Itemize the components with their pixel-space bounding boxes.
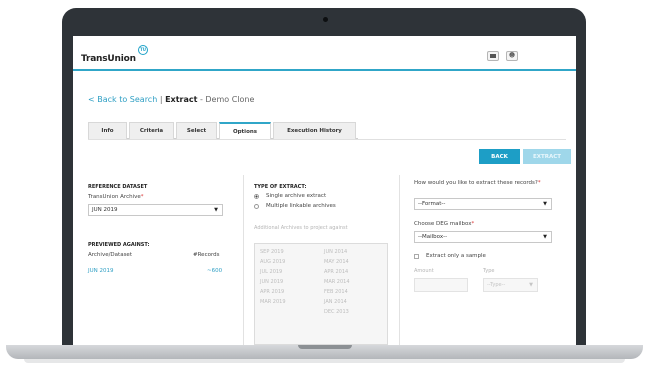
laptop-notch	[298, 345, 352, 349]
archive-option[interactable]: JUN 2014	[324, 249, 347, 255]
previewed-dataset-link[interactable]: JUN 2019	[88, 268, 114, 274]
archive-option[interactable]: JUN 2019	[260, 279, 283, 285]
column-separator	[399, 175, 400, 345]
multiple-archives-radio[interactable]	[254, 204, 259, 209]
format-select-value: --Format--	[418, 201, 446, 207]
tab-divider	[88, 139, 566, 140]
brand-badge: TU	[138, 45, 148, 55]
grid-icon[interactable]	[487, 51, 499, 61]
sample-label: Extract only a sample	[426, 253, 486, 259]
additional-archives-label: Additional Archives to project against	[254, 225, 348, 231]
previewed-records-count: ~600	[207, 268, 223, 274]
archive-label: TransUnion Archive*	[88, 194, 144, 200]
mailbox-select[interactable]: --Mailbox-- ▼	[414, 231, 552, 243]
required-mark: *	[471, 221, 475, 227]
tab-criteria[interactable]: Criteria	[129, 122, 174, 139]
amount-label: Amount	[414, 268, 434, 274]
amount-input[interactable]	[414, 278, 468, 292]
type-select-value: --Type--	[487, 282, 506, 288]
required-mark: *	[537, 180, 541, 186]
mailbox-label: Choose DEG mailbox*	[414, 221, 474, 227]
type-select[interactable]: --Type-- ▼	[483, 278, 538, 292]
brand-logo[interactable]: TransUnion	[81, 54, 136, 64]
format-question: How would you like to extract these reco…	[414, 180, 554, 187]
extract-button[interactable]: EXTRACT	[523, 149, 571, 164]
user-icon[interactable]: ☻	[506, 51, 518, 61]
additional-archives-list: SEP 2019 AUG 2019 JUL 2019 JUN 2019 APR …	[254, 243, 388, 345]
back-to-search-link[interactable]: < Back to Search	[88, 95, 157, 104]
breadcrumb-suffix: - Demo Clone	[197, 95, 255, 104]
archive-option[interactable]: FEB 2014	[324, 289, 348, 295]
sample-checkbox[interactable]	[414, 254, 419, 259]
archive-option[interactable]: MAY 2014	[324, 259, 349, 265]
breadcrumb-separator: |	[157, 95, 166, 104]
breadcrumb-section: Extract	[165, 95, 198, 104]
archive-label-text: TransUnion Archive	[88, 194, 141, 200]
archive-option[interactable]: MAR 2014	[324, 279, 350, 285]
multiple-archives-label: Multiple linkable archives	[266, 203, 336, 209]
column-header-records: #Records	[193, 252, 220, 258]
archive-option[interactable]: JAN 2014	[324, 299, 347, 305]
mailbox-select-value: --Mailbox--	[418, 234, 448, 240]
format-select[interactable]: --Format-- ▼	[414, 198, 552, 210]
breadcrumb: < Back to Search | Extract - Demo Clone	[88, 95, 254, 104]
chevron-down-icon: ▼	[543, 234, 547, 240]
tab-info[interactable]: Info	[88, 122, 127, 139]
required-mark: *	[140, 194, 144, 200]
app-screen: TransUnion TU ☻ < Back to Search | Extra…	[73, 36, 576, 345]
archive-select-value: JUN 2019	[92, 207, 118, 213]
back-button[interactable]: BACK	[479, 149, 520, 164]
column-header-dataset: Archive/Dataset	[88, 252, 132, 258]
chevron-down-icon: ▼	[543, 201, 547, 207]
single-archive-label: Single archive extract	[266, 193, 327, 199]
chevron-down-icon: ▼	[529, 282, 533, 288]
archive-option[interactable]: APR 2014	[324, 269, 348, 275]
laptop-shadow	[24, 359, 625, 363]
camera-dot	[323, 17, 328, 22]
archive-option[interactable]: SEP 2019	[260, 249, 284, 255]
tab-select[interactable]: Select	[176, 122, 217, 139]
archive-option[interactable]: AUG 2019	[260, 259, 285, 265]
mailbox-label-text: Choose DEG mailbox	[414, 221, 472, 227]
type-of-extract-title: TYPE OF EXTRACT:	[254, 184, 307, 190]
archive-option[interactable]: MAR 2019	[260, 299, 286, 305]
tab-options[interactable]: Options	[219, 122, 271, 139]
tab-execution-history[interactable]: Execution History	[273, 122, 356, 139]
previewed-against-title: PREVIEWED AGAINST:	[88, 242, 150, 248]
archive-option[interactable]: JUL 2019	[260, 269, 282, 275]
archive-option[interactable]: APR 2019	[260, 289, 284, 295]
type-label: Type	[483, 268, 495, 274]
reference-dataset-title: REFERENCE DATASET	[88, 184, 148, 190]
format-question-text: How would you like to extract these reco…	[414, 180, 538, 186]
tab-bar: Info Criteria Select Options Execution H…	[88, 122, 358, 139]
top-bar: TransUnion TU ☻	[73, 36, 576, 71]
archive-select[interactable]: JUN 2019 ▼	[88, 204, 223, 216]
chevron-down-icon: ▼	[214, 207, 218, 213]
archive-option[interactable]: DEC 2013	[324, 309, 349, 315]
column-separator	[243, 175, 244, 345]
single-archive-radio[interactable]	[254, 194, 259, 199]
